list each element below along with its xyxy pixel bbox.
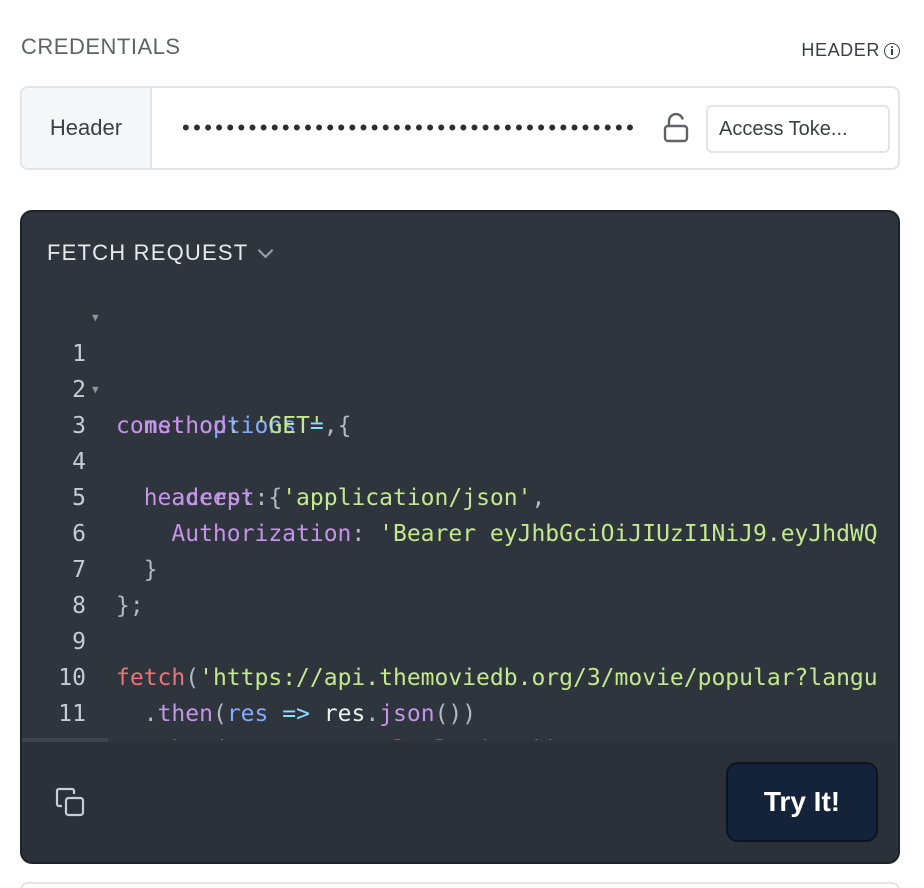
code-token: res: [490, 737, 532, 740]
code-text: .then(res => res.json()): [116, 696, 476, 732]
code-line: 8: [22, 552, 133, 619]
fold-arrow-icon[interactable]: ▼: [92, 300, 99, 336]
code-token: 'Bearer eyJhbGciOiJIUzI1NiJ9.eyJhdWQ: [379, 521, 878, 547]
code-line: 9 fetch('https://api.themoviedb.org/3/mo…: [22, 588, 877, 691]
code-line: 5 Authorization: 'Bearer eyJhbGciOiJIUzI…: [22, 444, 877, 547]
token-type-select[interactable]: Access Toke...: [706, 105, 890, 153]
code-text: accept: 'application/json',: [116, 480, 545, 516]
token-input[interactable]: ••••••••••••••••••••••••••••••••••••••••…: [182, 110, 637, 146]
unlock-icon[interactable]: [662, 112, 690, 144]
code-token: accept: [171, 485, 255, 511]
code-panel-footer: Try It!: [22, 742, 898, 862]
code-token: :: [351, 521, 366, 547]
code-text: fetch('https://api.themoviedb.org/3/movi…: [116, 660, 878, 696]
code-editor[interactable]: 1 ▼ const options = { 2 method: 'GET', 3…: [22, 300, 898, 740]
code-token: console: [324, 737, 421, 740]
code-token: res: [227, 737, 269, 740]
code-line: 2 method: 'GET',: [22, 336, 337, 439]
code-token: .: [365, 701, 380, 727]
code-token: ,: [323, 413, 338, 439]
code-token: =>: [282, 701, 310, 727]
code-line: 3 ▼ headers: {: [22, 372, 282, 511]
code-token: (: [213, 737, 227, 740]
code-panel: FETCH REQUEST 1 ▼ const options = { 2 me…: [20, 210, 900, 864]
code-line: 11 .then(res => console.log(res)): [22, 660, 559, 740]
code-token: 'GET': [254, 413, 324, 439]
copy-icon[interactable]: [54, 786, 86, 818]
auth-location-toggle[interactable]: HEADER: [801, 40, 900, 61]
code-text: Authorization: 'Bearer eyJhbGciOiJIUzI1N…: [116, 516, 878, 552]
code-token: ()): [434, 701, 477, 727]
code-token: Authorization: [171, 521, 352, 547]
code-line: 7 };: [22, 516, 144, 619]
credentials-title: CREDENTIALS: [21, 34, 181, 59]
code-token: 'application/json': [282, 485, 532, 511]
code-token: ,: [531, 485, 546, 511]
code-line: 6 }: [22, 480, 157, 583]
code-text: method: 'GET',: [116, 408, 338, 444]
auth-location-label: HEADER: [801, 40, 880, 60]
code-token: json: [379, 701, 435, 727]
code-panel-title: FETCH REQUEST: [47, 240, 249, 265]
code-token: (: [212, 701, 227, 727]
code-token: =>: [282, 737, 310, 740]
next-section-card: [20, 882, 900, 888]
code-token: then: [158, 737, 213, 740]
code-token: }: [143, 557, 158, 583]
code-token: :: [254, 485, 269, 511]
code-token: then: [157, 701, 213, 727]
chevron-down-icon: [258, 242, 274, 258]
code-token: :: [226, 413, 241, 439]
header-label: Header: [22, 88, 152, 168]
code-line: 4 accept: 'application/json',: [22, 408, 545, 511]
code-token: (: [185, 665, 200, 691]
code-token: .: [143, 701, 158, 727]
code-token: method: [143, 413, 227, 439]
api-credentials-and-request-section: CREDENTIALS HEADER Header ••••••••••••••…: [0, 0, 924, 888]
code-line: 1 ▼ const options = {: [22, 300, 351, 439]
code-text: .then(res => console.log(res)): [116, 732, 560, 740]
code-token: res: [323, 701, 366, 727]
code-token: .: [144, 737, 158, 740]
code-token: (: [476, 737, 490, 740]
code-token: {: [337, 413, 352, 439]
code-line: 12 .catch(err => console.error(err));: [22, 696, 133, 740]
code-token: log: [435, 737, 477, 740]
code-token: )): [532, 737, 560, 740]
code-line: 10 .then(res => res.json()): [22, 624, 476, 727]
code-token: res: [226, 701, 269, 727]
info-icon[interactable]: [884, 42, 900, 59]
fold-arrow-icon[interactable]: ▼: [92, 372, 99, 408]
credentials-input-row: Header •••••••••••••••••••••••••••••••••…: [20, 86, 900, 170]
try-it-button[interactable]: Try It!: [726, 762, 878, 842]
code-token: 'https://api.themoviedb.org/3/movie/popu…: [199, 665, 878, 691]
code-token: .: [421, 737, 435, 740]
language-dropdown[interactable]: FETCH REQUEST: [47, 240, 274, 266]
